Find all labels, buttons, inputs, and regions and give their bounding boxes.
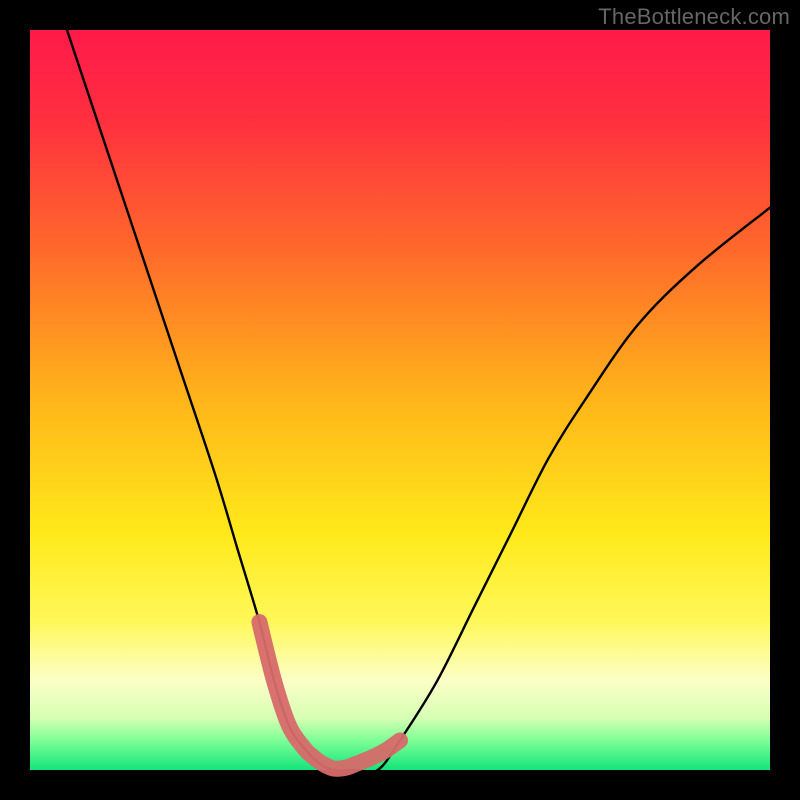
bottleneck-chart	[0, 0, 800, 800]
gradient-background	[30, 30, 770, 770]
chart-frame: TheBottleneck.com	[0, 0, 800, 800]
